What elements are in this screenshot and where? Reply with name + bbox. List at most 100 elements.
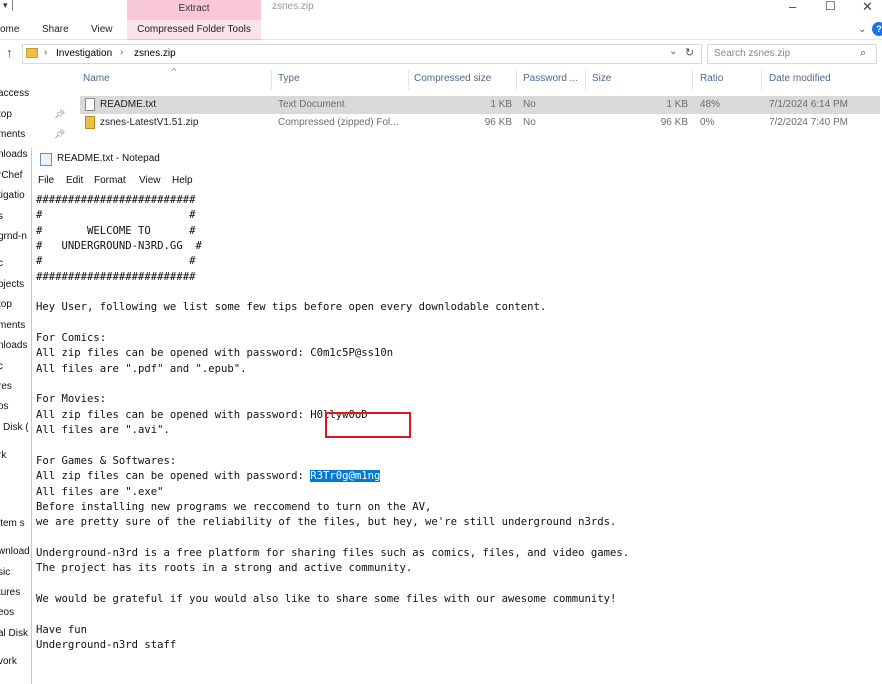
file-name: zsnes-LatestV1.51.zip [100,117,199,128]
nav-item[interactable]: ments [0,129,25,140]
file-ratio: 48% [700,99,721,110]
menu-edit[interactable]: Edit [66,175,83,186]
navigation-pane: access top ments nloads rChef tigatio s … [0,84,32,684]
tab-home[interactable]: ome [0,22,19,38]
zip-folder-icon [85,116,95,129]
column-date-modified[interactable]: Date modified [769,73,831,84]
text-line: All zip files can be opened with passwor… [36,408,368,421]
nav-item[interactable]: tigatio [0,190,25,201]
file-row-readme[interactable]: README.txt Text Document 1 KB No 1 KB 48… [80,96,880,114]
nav-item[interactable]: nloads [0,340,27,351]
text-line [36,439,881,454]
tab-view[interactable]: View [91,22,113,38]
up-arrow-icon[interactable]: ↑ [6,45,13,60]
notepad-text-area[interactable]: ######################### # # # WELCOME … [36,193,881,684]
file-type: Text Document [278,99,345,110]
quick-access-dropdown-icon[interactable]: ▾ │ [3,0,16,11]
text-line: For Games & Softwares: [36,454,177,467]
file-password: No [523,99,536,110]
help-icon[interactable]: ? [872,22,882,36]
nav-item[interactable]: s [0,211,3,222]
search-input[interactable]: Search zsnes.zip [707,44,877,64]
nav-item[interactable]: al Disk [0,628,28,639]
text-line: # # [36,255,196,268]
menu-format[interactable]: Format [94,175,126,186]
nav-item[interactable]: l Disk ( [0,422,29,433]
nav-item[interactable]: rk [0,450,6,461]
folder-icon [26,48,38,58]
search-icon[interactable]: ⌕ [860,47,866,60]
maximize-button[interactable]: ☐ [825,0,836,13]
column-headers: ^ Name Type Compressed size Password ...… [80,66,880,90]
text-line: ######################### [36,194,196,206]
nav-item[interactable]: rChef [0,170,22,181]
nav-item[interactable]: tures [0,587,20,598]
file-date: 7/2/2024 7:40 PM [769,117,848,128]
nav-item[interactable]: eos [0,607,14,618]
notepad-window: README.txt - Notepad File Edit Format Vi… [31,148,882,684]
password-prefix: All zip files can be opened with passwor… [36,470,311,483]
nav-item[interactable]: nloads [0,149,27,160]
menu-file[interactable]: File [38,175,54,186]
file-row-zsnes-zip[interactable]: zsnes-LatestV1.51.zip Compressed (zipped… [80,114,880,132]
breadcrumb-investigation[interactable]: Investigation [56,48,112,59]
text-line [36,577,881,592]
column-compressed-size[interactable]: Compressed size [414,73,491,84]
nav-item[interactable]: top [0,109,12,120]
pin-icon[interactable]: 📌︎ [54,129,65,140]
nav-item[interactable]: sic [0,567,10,578]
nav-item[interactable]: res [0,381,12,392]
tab-compressed-folder-tools[interactable]: Compressed Folder Tools [127,20,261,40]
column-name[interactable]: Name [83,73,110,84]
nav-item[interactable]: vork [0,656,17,667]
close-button[interactable]: ✕ [862,0,873,15]
column-password[interactable]: Password ... [523,73,578,84]
minimize-button[interactable]: – [789,0,796,14]
text-line: we are pretty sure of the reliability of… [36,516,617,529]
column-ratio[interactable]: Ratio [700,73,723,84]
column-size[interactable]: Size [592,73,611,84]
nav-item[interactable]: bjects [0,279,24,290]
text-line: Hey User, following we list some few tip… [36,301,547,314]
chevron-down-icon[interactable]: ⌄ [669,46,677,57]
text-line: ######################### [36,270,196,283]
nav-item[interactable]: wnload [0,546,30,557]
ribbon: ▾ │ ome Share View Extract Compressed Fo… [0,0,882,40]
notepad-icon [40,153,52,166]
nav-item[interactable]: c [0,361,3,372]
nav-item[interactable]: grnd-n [0,231,27,242]
nav-item[interactable]: access [0,88,29,99]
extract-context-tab[interactable]: Extract [127,0,261,20]
text-line: For Comics: [36,332,107,345]
column-type[interactable]: Type [278,73,300,84]
status-item-count: item s [0,518,25,529]
nav-item[interactable]: ments [0,320,25,331]
ribbon-collapse-icon[interactable]: ⌄ [858,24,866,35]
notepad-title: README.txt - Notepad [57,153,160,164]
menu-view[interactable]: View [139,175,161,186]
file-password: No [523,117,536,128]
notepad-menu-bar: File Edit Format View Help [32,173,882,191]
tab-share[interactable]: Share [42,22,69,38]
password-line: All zip files can be opened with passwor… [36,469,881,484]
nav-item[interactable]: os [0,401,9,412]
text-line [36,285,881,300]
pin-icon[interactable]: 📌︎ [54,109,65,120]
menu-help[interactable]: Help [172,175,193,186]
text-line: # UNDERGROUND-N3RD.GG # [36,240,202,253]
window-title: zsnes.zip [272,1,314,12]
nav-item[interactable]: top [0,299,12,310]
breadcrumb-zsnes-zip[interactable]: zsnes.zip [134,48,176,59]
nav-item[interactable]: c [0,258,3,269]
sort-ascending-icon: ^ [172,66,177,76]
password-annotation-box [325,412,411,438]
text-line: Underground-n3rd staff [36,638,177,651]
text-file-icon [85,98,95,111]
text-line: For Movies: [36,393,107,406]
file-compressed-size: 96 KB [484,117,512,128]
address-bar[interactable]: › Investigation › zsnes.zip ⌄ ↻ [22,44,702,64]
selected-password-text[interactable]: R3Tr0g@m1ng [310,470,381,483]
text-line: # WELCOME TO # [36,224,196,237]
refresh-icon[interactable]: ↻ [685,46,694,59]
text-line: All zip files can be opened with passwor… [36,347,394,360]
